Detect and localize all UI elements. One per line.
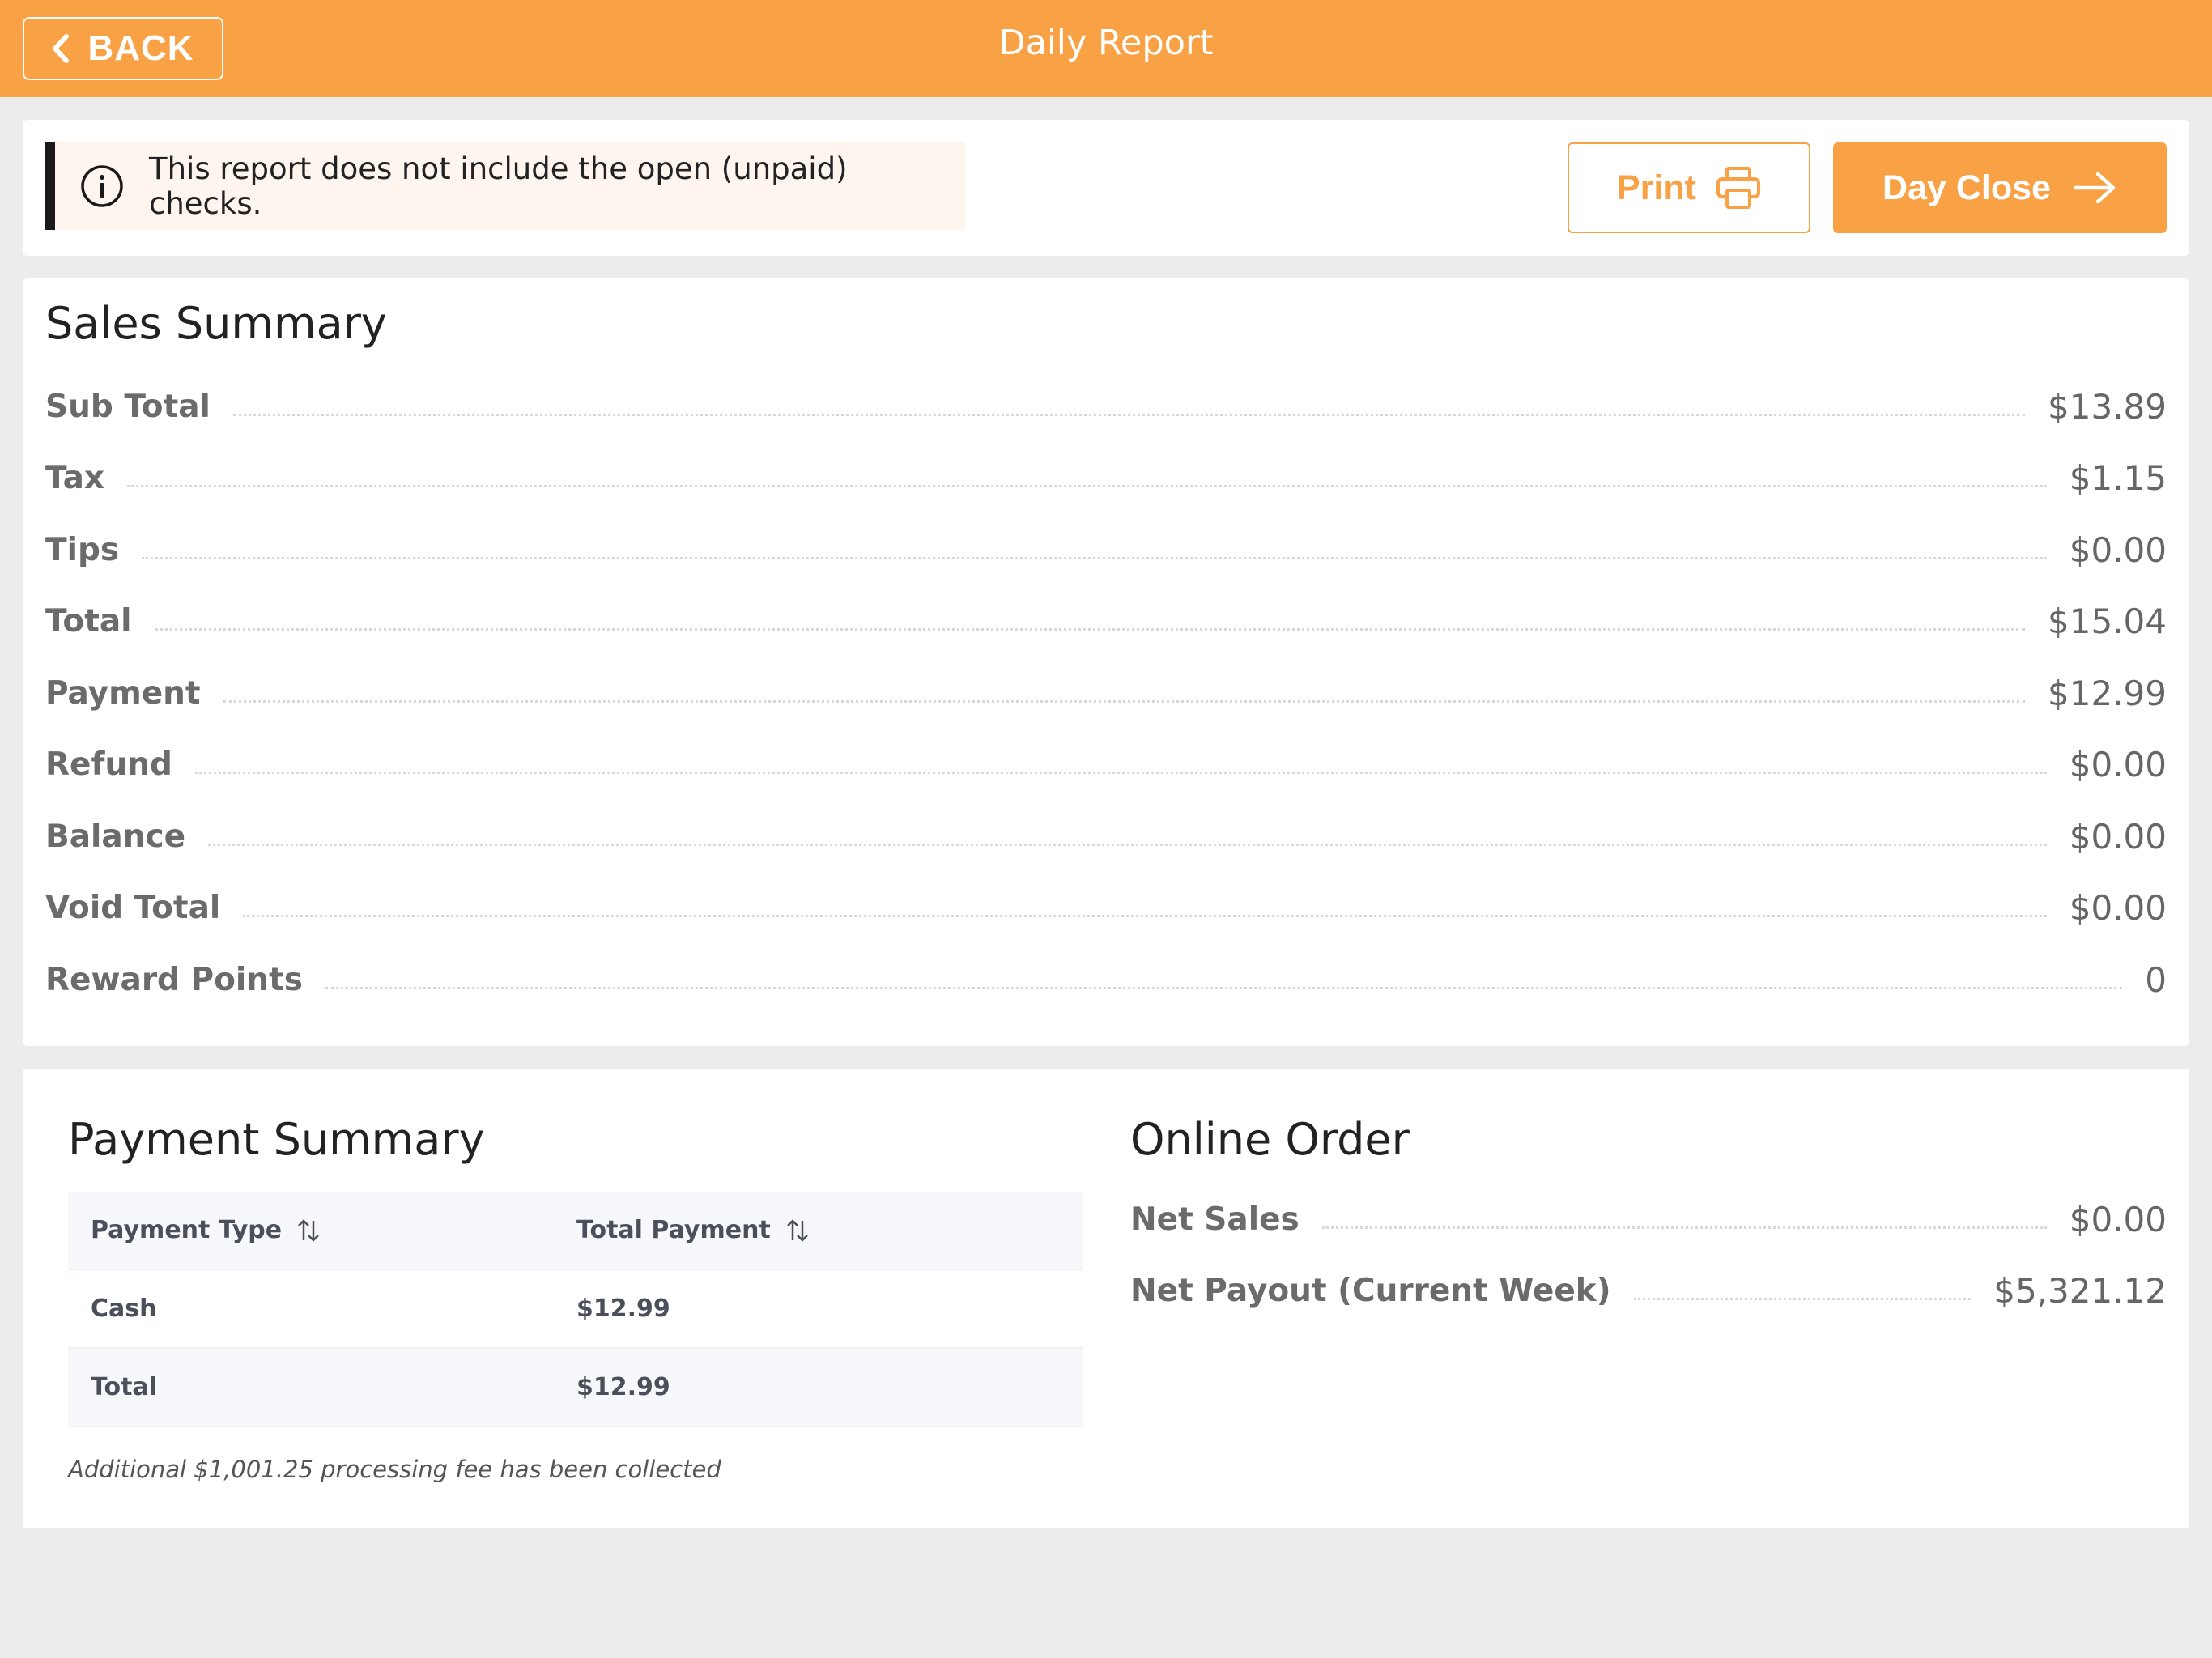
sales-row-total: Total $15.04	[45, 586, 2167, 658]
payment-summary-table: Payment Type Total Payment Cash $12.99 T…	[68, 1192, 1083, 1427]
row-label: Total	[45, 603, 132, 640]
dotted-leader	[232, 413, 2026, 416]
row-label: Sub Total	[45, 388, 211, 425]
table-row: Cash $12.99	[68, 1270, 1083, 1349]
processing-fee-note: Additional $1,001.25 processing fee has …	[68, 1456, 721, 1483]
info-icon	[81, 165, 123, 207]
column-header-payment-type[interactable]: Payment Type	[68, 1216, 576, 1244]
top-bar: BACK Daily Report	[0, 0, 2212, 97]
row-value: $13.89	[2048, 386, 2167, 427]
table-cell: $12.99	[576, 1295, 670, 1323]
dotted-leader	[127, 485, 2047, 488]
online-order-rows: Net Sales $0.00 Net Payout (Current Week…	[1130, 1184, 2167, 1327]
sales-row-balance: Balance $0.00	[45, 801, 2167, 873]
column-header-label: Total Payment	[576, 1216, 771, 1244]
column-header-label: Payment Type	[91, 1216, 283, 1244]
row-value: $1.15	[2069, 458, 2167, 499]
dotted-leader	[208, 843, 2047, 846]
online-row-net-payout: Net Payout (Current Week) $5,321.12	[1130, 1256, 2167, 1328]
sales-summary-rows: Sub Total $13.89 Tax $1.15 Tips $0.00 To…	[45, 371, 2167, 1016]
row-label: Void Total	[45, 890, 221, 927]
column-header-total-payment[interactable]: Total Payment	[576, 1216, 1083, 1244]
day-close-button[interactable]: Day Close	[1833, 142, 2167, 233]
sales-row-sub-total: Sub Total $13.89	[45, 371, 2167, 443]
sales-row-void-total: Void Total $0.00	[45, 873, 2167, 945]
sales-row-reward-points: Reward Points 0	[45, 944, 2167, 1016]
table-row: Total $12.99	[68, 1349, 1083, 1427]
payment-summary-title: Payment Summary	[68, 1114, 485, 1165]
day-close-button-label: Day Close	[1882, 168, 2051, 207]
sales-row-payment: Payment $12.99	[45, 657, 2167, 729]
table-cell: Total	[91, 1373, 157, 1401]
printer-icon	[1716, 167, 1760, 209]
table-cell: Cash	[91, 1295, 157, 1323]
row-value: $0.00	[2069, 888, 2167, 929]
dotted-leader	[243, 915, 2047, 918]
row-label: Balance	[45, 818, 186, 855]
dotted-leader	[154, 628, 2026, 631]
row-label: Tips	[45, 531, 120, 568]
payment-online-card: Payment Summary Payment Type Total Payme…	[23, 1069, 2189, 1528]
row-value: $0.00	[2069, 745, 2167, 785]
sales-summary-title: Sales Summary	[45, 298, 387, 349]
row-value: $12.99	[2048, 673, 2167, 713]
row-value: $0.00	[2069, 529, 2167, 570]
report-actions-card: This report does not include the open (u…	[23, 120, 2189, 256]
row-value: $15.04	[2048, 602, 2167, 642]
notice-text: This report does not include the open (u…	[149, 151, 848, 221]
sort-icon[interactable]	[785, 1218, 810, 1243]
sales-row-refund: Refund $0.00	[45, 729, 2167, 801]
row-value: $5,321.12	[1993, 1271, 2167, 1312]
row-value: $0.00	[2069, 816, 2167, 857]
dotted-leader	[1321, 1226, 2047, 1229]
row-label: Refund	[45, 746, 172, 784]
row-value: $0.00	[2069, 1199, 2167, 1239]
sales-summary-card: Sales Summary Sub Total $13.89 Tax $1.15…	[23, 278, 2189, 1046]
sales-row-tips: Tips $0.00	[45, 514, 2167, 586]
arrow-right-icon	[2073, 172, 2116, 204]
row-label: Reward Points	[45, 961, 303, 998]
sales-row-tax: Tax $1.15	[45, 443, 2167, 515]
dotted-leader	[223, 699, 2026, 703]
print-button-label: Print	[1617, 168, 1696, 207]
row-label: Payment	[45, 674, 201, 712]
row-label: Net Sales	[1130, 1201, 1300, 1238]
unpaid-checks-notice: This report does not include the open (u…	[45, 142, 965, 230]
row-label: Net Payout (Current Week)	[1130, 1273, 1611, 1310]
page-title: Daily Report	[998, 23, 1214, 63]
row-label: Tax	[45, 460, 105, 497]
online-order-title: Online Order	[1130, 1114, 1410, 1165]
sort-icon[interactable]	[296, 1218, 321, 1243]
table-cell: $12.99	[576, 1373, 670, 1401]
dotted-leader	[325, 986, 2123, 989]
print-button[interactable]: Print	[1568, 142, 1810, 233]
online-row-net-sales: Net Sales $0.00	[1130, 1184, 2167, 1256]
table-header-row: Payment Type Total Payment	[68, 1192, 1083, 1270]
dotted-leader	[1633, 1298, 1972, 1301]
dotted-leader	[194, 772, 2047, 775]
dotted-leader	[142, 556, 2047, 559]
row-value: 0	[2145, 959, 2167, 1000]
